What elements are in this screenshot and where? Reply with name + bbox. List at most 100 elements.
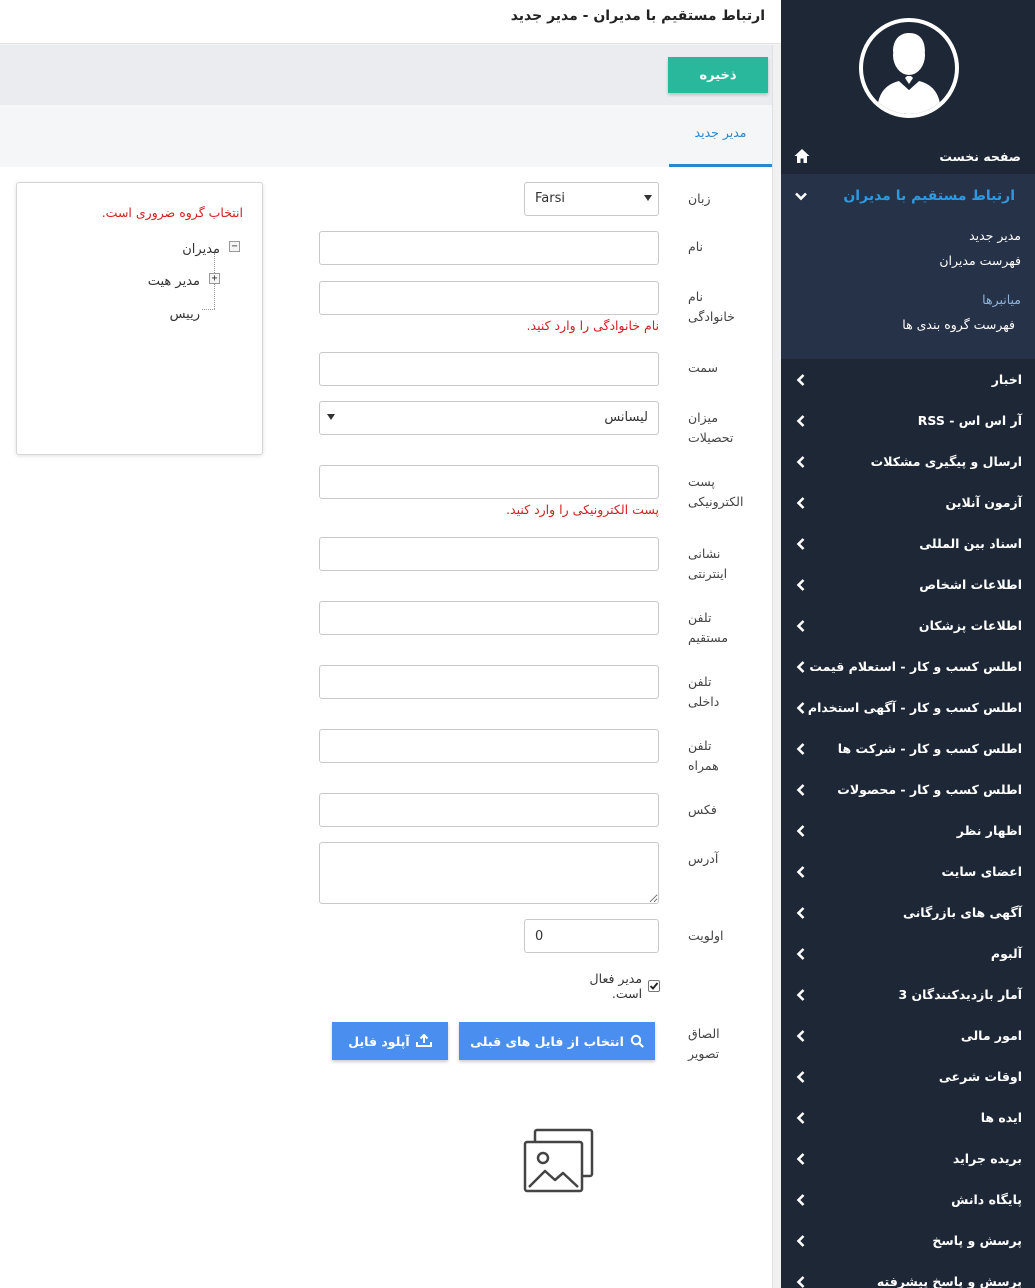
sidebar-menu-item-label: آر اس اس - RSS	[917, 413, 1022, 428]
sidebar-menu-item[interactable]: اطلاعات پزشکان	[781, 605, 1035, 646]
language-select[interactable]: Farsi	[524, 182, 659, 216]
sidebar-menu-item[interactable]: آگهی های بازرگانی	[781, 892, 1035, 933]
chevron-left-icon	[796, 578, 805, 591]
sidebar-active-label: ارتباط مستقیم با مدیران	[843, 188, 1015, 204]
image-label: الصاق تصویر	[688, 1026, 720, 1061]
address-textarea[interactable]	[319, 842, 659, 904]
submenu-group-list[interactable]: فهرست گروه بندی ها	[902, 317, 1015, 332]
chevron-left-icon	[796, 1152, 805, 1165]
address-label: آدرس	[688, 851, 719, 866]
sidebar-menu-item[interactable]: بریده جراید	[781, 1138, 1035, 1179]
direct-phone-input[interactable]	[319, 601, 659, 635]
education-select[interactable]: لیسانس	[319, 401, 659, 435]
sidebar-menu-item-label: امور مالی	[960, 1028, 1022, 1043]
tree-node-head[interactable]: رییس	[170, 307, 200, 322]
sidebar-menu-item-label: اطلس کسب و کار - محصولات	[837, 782, 1022, 797]
sidebar-menu-item[interactable]: اوقات شرعی	[781, 1056, 1035, 1097]
sidebar-menu-item[interactable]: اطلس کسب و کار - محصولات	[781, 769, 1035, 810]
save-button[interactable]: ذخیره	[668, 57, 768, 93]
sidebar-menu-item[interactable]: آر اس اس - RSS	[781, 400, 1035, 441]
tree-expand-toggle[interactable]: +	[209, 273, 220, 284]
submenu-new-manager[interactable]: مدیر جدید	[969, 228, 1021, 243]
tab-new-manager[interactable]: مدیر جدید	[669, 105, 772, 167]
mobile-phone-input[interactable]	[319, 729, 659, 763]
user-icon	[877, 33, 941, 114]
sidebar-menu-item[interactable]: پرسش و پاسخ پیشرفته	[781, 1261, 1035, 1288]
sidebar-menu-item[interactable]: اطلس کسب و کار - استعلام قیمت	[781, 646, 1035, 687]
priority-label: اولویت	[688, 928, 724, 943]
active-checkbox[interactable]	[648, 980, 660, 992]
position-input[interactable]	[319, 352, 659, 386]
sidebar-menu-item[interactable]: اظهار نظر	[781, 810, 1035, 851]
sidebar-menu-item[interactable]: اطلاعات اشخاص	[781, 564, 1035, 605]
chevron-left-icon	[796, 455, 805, 468]
chevron-left-icon	[796, 414, 805, 427]
search-icon	[630, 1034, 644, 1048]
sidebar-menu-item-label: اسناد بین المللی	[919, 536, 1022, 551]
sidebar-menu-item[interactable]: آزمون آنلاین	[781, 482, 1035, 523]
sidebar-menu-item-label: آلبوم	[990, 946, 1022, 961]
chevron-left-icon	[796, 988, 805, 1001]
sidebar: صفحه نخست ارتباط مستقیم با مدیران مدیر ج…	[781, 0, 1035, 1288]
home-icon	[794, 149, 810, 163]
sidebar-menu-item[interactable]: آلبوم	[781, 933, 1035, 974]
sidebar-menu-item[interactable]: پرسش و پاسخ	[781, 1220, 1035, 1261]
sidebar-menu-item[interactable]: اطلس کسب و کار - آگهی استخدام	[781, 687, 1035, 728]
email-input[interactable]	[319, 465, 659, 499]
chevron-left-icon	[796, 619, 805, 632]
sidebar-menu-item-label: آگهی های بازرگانی	[902, 905, 1022, 920]
image-placeholder-icon	[523, 1128, 594, 1193]
sidebar-menu-item[interactable]: آمار بازدیدکنندگان 3	[781, 974, 1035, 1015]
sidebar-menu-item-label: بریده جراید	[952, 1151, 1022, 1166]
submenu-manager-list[interactable]: فهرست مدیران	[939, 253, 1021, 268]
chevron-left-icon	[796, 1234, 805, 1247]
upload-file-button[interactable]: آپلود فایل	[332, 1022, 448, 1060]
website-input[interactable]	[319, 537, 659, 571]
toolbar: ذخیره	[0, 45, 772, 105]
upload-file-label: آپلود فایل	[348, 1033, 410, 1049]
sidebar-menu-item[interactable]: ارسال و پیگیری مشکلات	[781, 441, 1035, 482]
chevron-left-icon	[796, 1029, 805, 1042]
sidebar-menu-item-label: اوقات شرعی	[938, 1069, 1022, 1084]
active-row: مدیر فعال است.	[556, 971, 660, 1001]
fax-input[interactable]	[319, 793, 659, 827]
main-scrollbar[interactable]	[772, 45, 781, 1288]
tree-node-board-manager[interactable]: مدیر هیت	[148, 274, 200, 289]
sidebar-menu-item[interactable]: اعضای سایت	[781, 851, 1035, 892]
last-name-input[interactable]	[319, 281, 659, 315]
chevron-left-icon	[796, 865, 805, 878]
chevron-down-icon	[795, 192, 807, 201]
chevron-left-icon	[796, 537, 805, 550]
chevron-left-icon	[796, 947, 805, 960]
direct-phone-label: تلفن مستقیم	[688, 610, 729, 645]
active-checkbox-label: مدیر فعال است.	[589, 971, 643, 1001]
sidebar-menu-item[interactable]: اخبار	[781, 359, 1035, 400]
website-label: نشانی اینترنتی	[688, 546, 728, 581]
sidebar-menu-item[interactable]: امور مالی	[781, 1015, 1035, 1056]
sidebar-menu-item[interactable]: اطلس کسب و کار - شرکت ها	[781, 728, 1035, 769]
sidebar-menu-item[interactable]: ایده ها	[781, 1097, 1035, 1138]
tree-collapse-toggle[interactable]: −	[229, 241, 240, 252]
sidebar-menu-item-label: پرسش و پاسخ پیشرفته	[876, 1274, 1022, 1288]
group-required-error: انتخاب گروه ضروری است.	[101, 205, 243, 220]
chevron-left-icon	[796, 1193, 805, 1206]
top-bar: ارتباط مستقیم با مدیران - مدیر جدید	[0, 0, 781, 44]
avatar[interactable]	[859, 18, 959, 118]
chevron-left-icon	[796, 906, 805, 919]
sidebar-menu-item[interactable]: پایگاه دانش	[781, 1179, 1035, 1220]
internal-phone-input[interactable]	[319, 665, 659, 699]
sidebar-menu-item-label: آمار بازدیدکنندگان 3	[898, 987, 1022, 1002]
first-name-input[interactable]	[319, 231, 659, 265]
sidebar-menu-item-label: اخبار	[991, 372, 1022, 387]
last-name-label: نام خانوادگی	[688, 289, 735, 324]
last-name-error: نام خانوادگی را وارد کنید.	[526, 318, 659, 333]
check-icon	[649, 982, 659, 990]
sidebar-item-home[interactable]: صفحه نخست	[781, 140, 1035, 172]
submenu-shortcuts-title: میانبرها	[982, 292, 1021, 307]
mobile-phone-label: تلفن همراه	[688, 738, 719, 773]
sidebar-menu-item[interactable]: اسناد بین المللی	[781, 523, 1035, 564]
sidebar-item-direct-contact[interactable]: ارتباط مستقیم با مدیران	[781, 174, 1035, 218]
priority-input[interactable]	[524, 919, 659, 953]
choose-previous-files-button[interactable]: انتخاب از فایل های قبلی	[459, 1022, 655, 1060]
email-error: پست الکترونیکی را وارد کنید.	[506, 502, 659, 517]
